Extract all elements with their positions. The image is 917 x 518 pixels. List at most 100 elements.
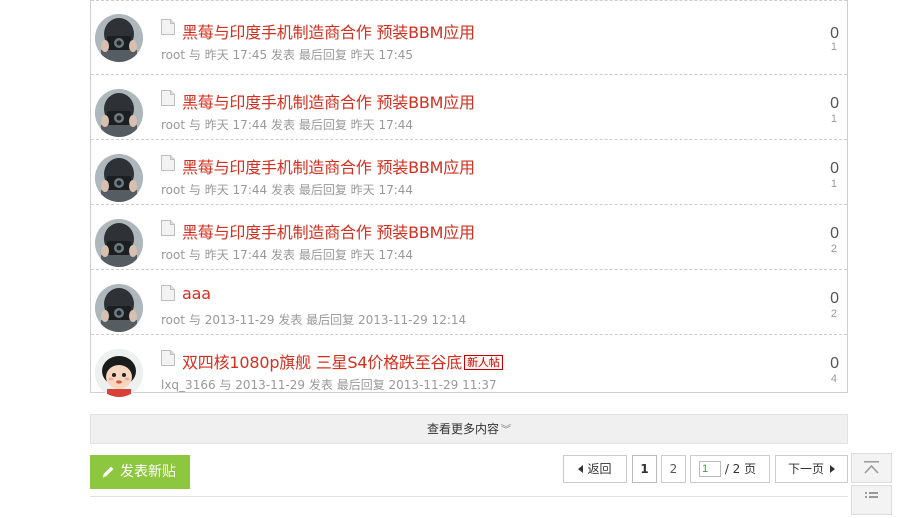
arrow-left-icon: [578, 465, 584, 473]
avatar[interactable]: [95, 89, 143, 137]
last-reply-label: 最后回复: [298, 118, 347, 132]
thread-title: 黑莓与印度手机制造商合作 预装BBM应用: [182, 154, 475, 178]
meta-sep: 与: [188, 248, 201, 262]
divider: [90, 496, 848, 497]
thread-row: 黑莓与印度手机制造商合作 预装BBM应用 root 与 昨天 17:44 发表 …: [91, 139, 847, 204]
posted-label: 发表: [270, 183, 295, 197]
author-link[interactable]: root: [161, 248, 185, 262]
thread-meta: root 与 昨天 17:44 发表 最后回复 昨天 17:44: [161, 246, 413, 263]
last-reply-label: 最后回复: [298, 248, 347, 262]
meta-sep: 与: [188, 48, 201, 62]
last-reply-date: 2013-11-29 11:37: [388, 378, 497, 392]
next-page-button[interactable]: 下一页: [775, 455, 848, 483]
document-icon: [161, 285, 175, 301]
back-button[interactable]: 返回: [563, 455, 627, 483]
avatar[interactable]: [95, 14, 143, 62]
reply-count: 0: [830, 355, 839, 372]
thread-row: 黑莓与印度手机制造商合作 预装BBM应用 root 与 昨天 17:44 发表 …: [91, 74, 847, 139]
view-count: 4: [830, 373, 837, 385]
author-link[interactable]: root: [161, 48, 185, 62]
author-link[interactable]: lxq_3166: [161, 378, 216, 392]
new-post-label: 发表新贴: [120, 464, 176, 480]
last-reply-date: 昨天 17:44: [350, 118, 414, 132]
thread-title-link[interactable]: 黑莓与印度手机制造商合作 预装BBM应用: [182, 158, 475, 177]
thread-meta: lxq_3166 与 2013-11-29 发表 最后回复 2013-11-29…: [161, 376, 497, 393]
last-reply-label: 最后回复: [306, 313, 355, 327]
post-date: 2013-11-29: [235, 378, 306, 392]
author-link[interactable]: root: [161, 118, 185, 132]
reply-count: 0: [830, 160, 839, 177]
view-count: 1: [830, 178, 837, 190]
view-count: 2: [830, 308, 837, 320]
post-date: 昨天 17:44: [204, 183, 268, 197]
thread-title: 黑莓与印度手机制造商合作 预装BBM应用: [182, 19, 475, 43]
double-chevron-down-icon: ︾: [501, 425, 511, 436]
avatar[interactable]: [95, 219, 143, 267]
back-to-top-button[interactable]: [851, 453, 892, 483]
meta-sep: 与: [188, 118, 201, 132]
thread-row: 黑莓与印度手机制造商合作 预装BBM应用 root 与 昨天 17:44 发表 …: [91, 204, 847, 269]
posted-label: 发表: [270, 248, 295, 262]
document-icon: [161, 220, 175, 236]
posted-label: 发表: [278, 313, 303, 327]
page-jump-input[interactable]: [699, 460, 721, 477]
post-date: 2013-11-29: [204, 313, 275, 327]
last-reply-label: 最后回复: [336, 378, 385, 392]
last-reply-label: 最后回复: [298, 183, 347, 197]
last-reply-date: 2013-11-29 12:14: [358, 313, 467, 327]
thread-row: aaa root 与 2013-11-29 发表 最后回复 2013-11-29…: [91, 269, 847, 334]
thread-title-link[interactable]: 黑莓与印度手机制造商合作 预装BBM应用: [182, 93, 475, 112]
meta-sep: 与: [188, 313, 201, 327]
document-icon: [161, 19, 175, 35]
last-reply-label: 最后回复: [298, 48, 347, 62]
post-date: 昨天 17:44: [204, 248, 268, 262]
view-count: 1: [830, 41, 837, 53]
page-link-current[interactable]: 1: [632, 455, 657, 483]
meta-sep: 与: [188, 183, 201, 197]
author-link[interactable]: root: [161, 183, 185, 197]
reply-count: 0: [830, 290, 839, 307]
back-label: 返回: [587, 462, 612, 476]
thread-title-link[interactable]: aaa: [182, 284, 211, 303]
load-more-button[interactable]: 查看更多内容 ︾: [90, 414, 848, 444]
view-count: 2: [830, 243, 837, 255]
view-count: 1: [830, 113, 837, 125]
new-post-button[interactable]: 发表新贴: [90, 455, 190, 489]
post-date: 昨天 17:44: [204, 118, 268, 132]
posted-label: 发表: [308, 378, 333, 392]
thread-title-link[interactable]: 黑莓与印度手机制造商合作 预装BBM应用: [182, 23, 475, 42]
thread-title: 黑莓与印度手机制造商合作 预装BBM应用: [182, 219, 475, 243]
document-icon: [161, 350, 175, 366]
avatar[interactable]: [95, 349, 143, 397]
meta-sep: 与: [219, 378, 232, 392]
posted-label: 发表: [270, 118, 295, 132]
thread-title: 黑莓与印度手机制造商合作 预装BBM应用: [182, 89, 475, 113]
document-icon: [161, 155, 175, 171]
thread-title-link[interactable]: 黑莓与印度手机制造商合作 预装BBM应用: [182, 223, 475, 242]
last-reply-date: 昨天 17:45: [350, 48, 414, 62]
posted-label: 发表: [270, 48, 295, 62]
load-more-label: 查看更多内容: [426, 422, 499, 436]
thread-title-link[interactable]: 双四核1080p旗舰 三星S4价格跌至谷底: [182, 353, 462, 372]
post-date: 昨天 17:45: [204, 48, 268, 62]
new-user-badge: 新人帖: [464, 355, 503, 370]
last-reply-date: 昨天 17:44: [350, 183, 414, 197]
thread-row: 双四核1080p旗舰 三星S4价格跌至谷底 新人帖 lxq_3166 与 2013…: [91, 334, 847, 399]
page-link[interactable]: 2: [661, 455, 686, 483]
document-icon: [161, 90, 175, 106]
arrow-right-icon: [830, 465, 835, 473]
thread-list: 黑莓与印度手机制造商合作 预装BBM应用 root 与 昨天 17:45 发表 …: [90, 0, 848, 397]
last-reply-date: 昨天 17:44: [350, 248, 414, 262]
avatar[interactable]: [95, 284, 143, 332]
avatar[interactable]: [95, 154, 143, 202]
next-label: 下一页: [787, 462, 824, 476]
thread-meta: root 与 昨天 17:45 发表 最后回复 昨天 17:45: [161, 46, 413, 63]
thread-meta: root 与 2013-11-29 发表 最后回复 2013-11-29 12:…: [161, 311, 466, 328]
page-total: / 2 页: [724, 462, 757, 476]
reply-count: 0: [830, 95, 839, 112]
back-to-top-icon: [864, 461, 879, 474]
pencil-icon: [102, 466, 114, 478]
list-view-button[interactable]: [851, 485, 892, 515]
thread-title: 双四核1080p旗舰 三星S4价格跌至谷底 新人帖: [182, 349, 503, 373]
author-link[interactable]: root: [161, 313, 185, 327]
